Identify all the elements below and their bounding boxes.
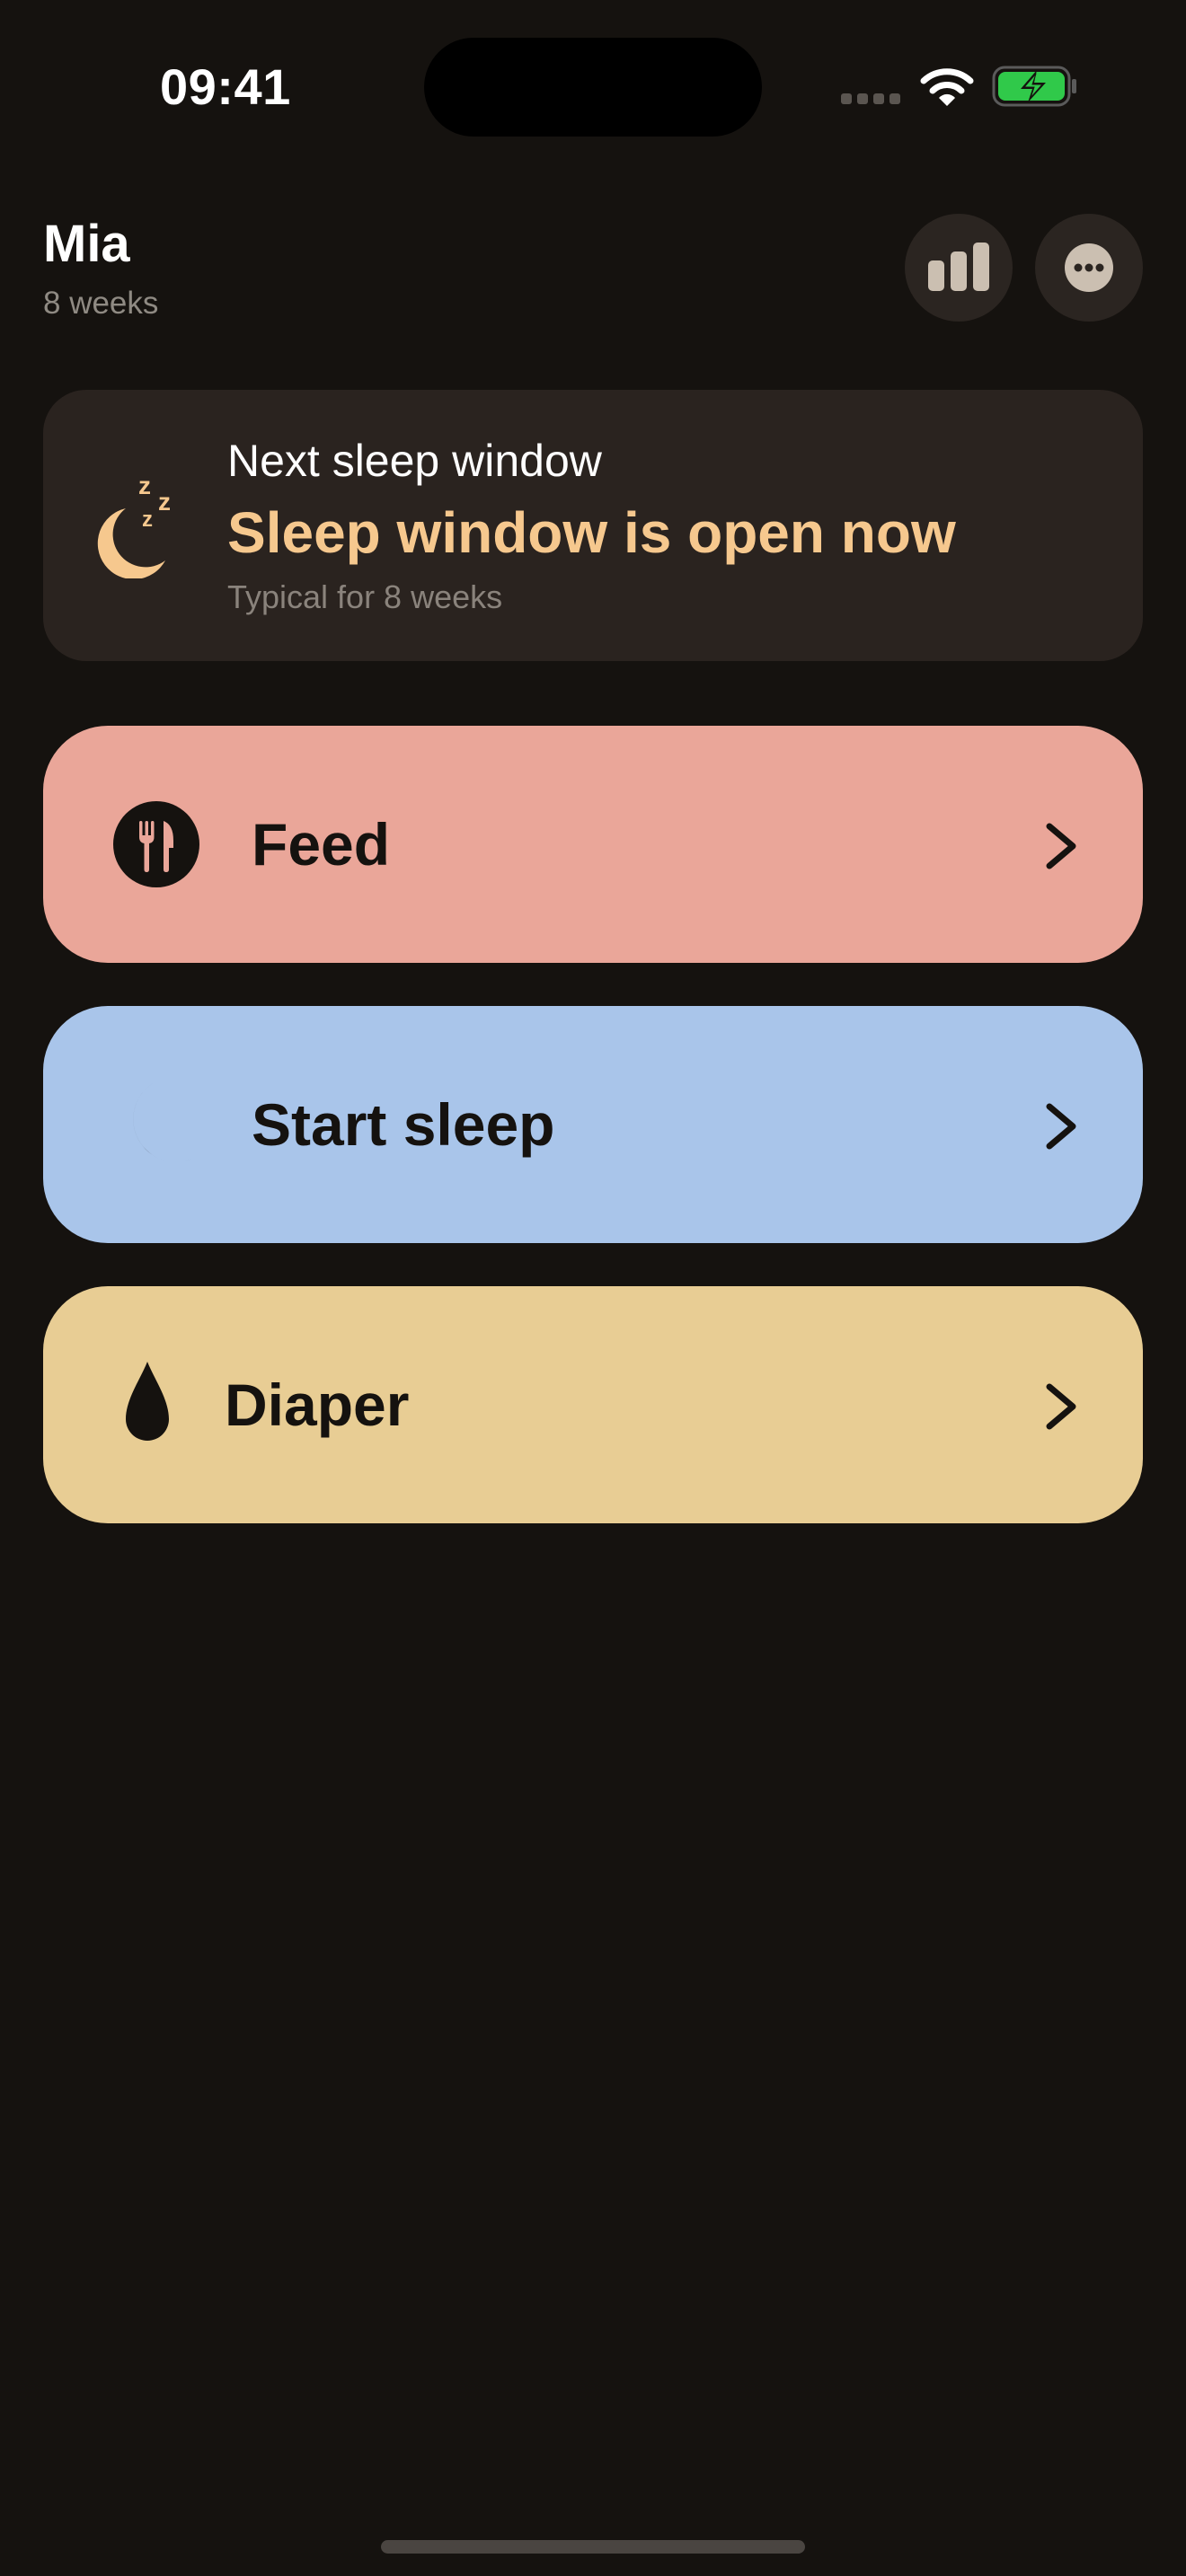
fork-knife-icon — [113, 801, 199, 887]
more-icon — [1065, 243, 1113, 292]
sleep-window-status: Sleep window is open now — [227, 500, 956, 565]
svg-text:z: z — [142, 507, 153, 532]
diaper-button[interactable]: Diaper — [43, 1286, 1143, 1523]
drop-icon — [126, 1362, 169, 1441]
svg-text:z: z — [158, 488, 171, 516]
chevron-right-icon — [1046, 1383, 1076, 1430]
feed-button[interactable]: Feed — [43, 726, 1143, 963]
sleep-window-title: Next sleep window — [227, 436, 602, 486]
status-time: 09:41 — [160, 58, 291, 115]
more-button[interactable] — [1035, 214, 1143, 322]
chevron-right-icon — [1046, 1103, 1076, 1150]
start-sleep-button[interactable]: Start sleep — [43, 1006, 1143, 1243]
svg-text:z: z — [138, 472, 151, 499]
wifi-icon — [920, 68, 974, 106]
baby-age: 8 weeks — [43, 286, 159, 321]
stats-button[interactable] — [905, 214, 1013, 322]
diaper-label: Diaper — [225, 1372, 410, 1438]
dynamic-island — [424, 38, 762, 137]
moon-zzz-icon: z z z — [97, 472, 171, 578]
signal-icon — [841, 93, 900, 104]
sleep-window-card[interactable]: z z z Next sleep window Sleep window is … — [43, 390, 1143, 661]
bar-chart-icon — [928, 243, 989, 291]
baby-name: Mia — [43, 215, 130, 273]
home-indicator[interactable] — [381, 2540, 805, 2554]
chevron-right-icon — [1046, 823, 1076, 869]
feed-label: Feed — [252, 811, 391, 878]
home-screen: 09:41 Mia 8 weeks z z z Next sleep windo… — [0, 0, 1186, 2576]
battery-charging-icon — [992, 66, 1076, 107]
start-sleep-label: Start sleep — [252, 1091, 555, 1158]
moon-icon — [133, 1083, 199, 1162]
sleep-window-subtitle: Typical for 8 weeks — [227, 578, 503, 615]
